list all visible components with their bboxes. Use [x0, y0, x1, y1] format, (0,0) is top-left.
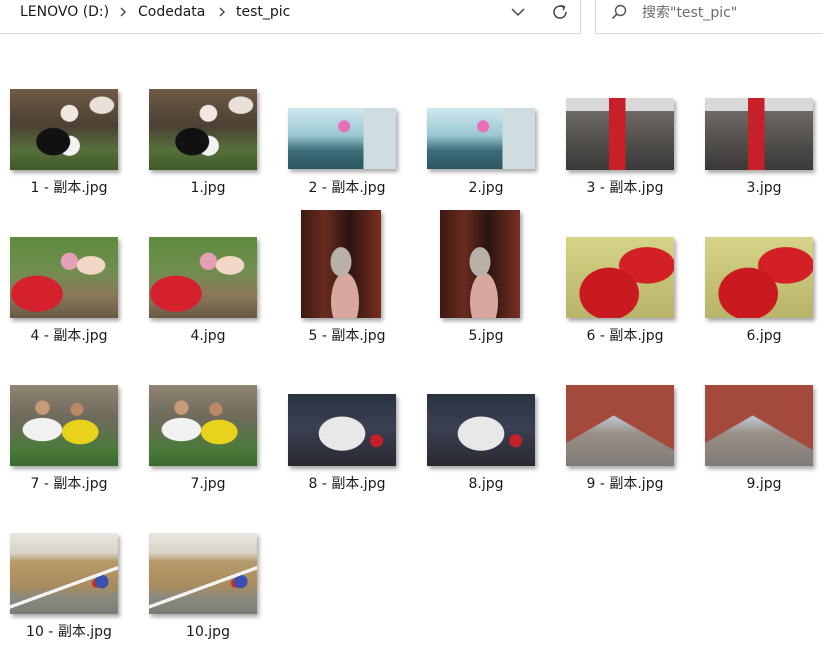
- file-item[interactable]: 1.jpg: [139, 36, 277, 196]
- file-thumbnail: [10, 533, 118, 614]
- file-item[interactable]: 8 - 副本.jpg: [278, 332, 416, 492]
- file-thumbnail: [566, 98, 674, 170]
- file-item[interactable]: 6 - 副本.jpg: [556, 184, 694, 344]
- chevron-right-icon[interactable]: [118, 7, 128, 17]
- file-thumbnail: [10, 385, 118, 466]
- breadcrumb-test-pic[interactable]: test_pic: [236, 3, 290, 21]
- file-name: 9.jpg: [746, 476, 782, 492]
- explorer-toolbar: LENOVO (D:) Codedata test_pic: [0, 0, 823, 36]
- file-thumbnail: [566, 385, 674, 466]
- file-thumbnail: [705, 237, 813, 318]
- file-item[interactable]: 7 - 副本.jpg: [0, 332, 138, 492]
- file-name: 10 - 副本.jpg: [26, 624, 112, 640]
- file-item[interactable]: 1 - 副本.jpg: [0, 36, 138, 196]
- file-item[interactable]: 7.jpg: [139, 332, 277, 492]
- chevron-right-icon[interactable]: [217, 7, 227, 17]
- file-name: 8 - 副本.jpg: [308, 476, 386, 492]
- file-thumbnail: [705, 385, 813, 466]
- address-bar[interactable]: LENOVO (D:) Codedata test_pic: [0, 0, 581, 34]
- file-item[interactable]: 10.jpg: [139, 480, 277, 640]
- file-item[interactable]: 4 - 副本.jpg: [0, 184, 138, 344]
- search-input[interactable]: [642, 2, 822, 24]
- file-thumbnail: [440, 210, 520, 318]
- file-grid: 1 - 副本.jpg 1.jpg 2 - 副本.jpg 2.jpg 3 - 副本…: [0, 36, 823, 655]
- file-thumbnail: [10, 89, 118, 170]
- file-item[interactable]: 5 - 副本.jpg: [278, 184, 416, 344]
- file-item[interactable]: 2.jpg: [417, 36, 555, 196]
- file-thumbnail: [288, 394, 396, 466]
- file-name: 9 - 副本.jpg: [586, 476, 664, 492]
- file-item[interactable]: 5.jpg: [417, 184, 555, 344]
- file-thumbnail: [427, 108, 535, 169]
- file-item[interactable]: 9 - 副本.jpg: [556, 332, 694, 492]
- breadcrumb-codedata[interactable]: Codedata: [138, 3, 205, 21]
- file-item[interactable]: 10 - 副本.jpg: [0, 480, 138, 640]
- search-box[interactable]: [595, 0, 823, 34]
- file-thumbnail: [10, 237, 118, 318]
- search-icon: [611, 4, 627, 20]
- breadcrumb-drive[interactable]: LENOVO (D:): [20, 3, 109, 21]
- file-item[interactable]: 6.jpg: [695, 184, 823, 344]
- file-thumbnail: [149, 89, 257, 170]
- file-item[interactable]: 8.jpg: [417, 332, 555, 492]
- file-thumbnail: [301, 210, 381, 318]
- file-thumbnail: [566, 237, 674, 318]
- file-name: 8.jpg: [468, 476, 504, 492]
- file-thumbnail: [149, 533, 257, 614]
- file-item[interactable]: 4.jpg: [139, 184, 277, 344]
- refresh-icon[interactable]: [550, 2, 570, 22]
- file-thumbnail: [149, 385, 257, 466]
- file-item[interactable]: 2 - 副本.jpg: [278, 36, 416, 196]
- file-name: 10.jpg: [186, 624, 230, 640]
- file-item[interactable]: 3 - 副本.jpg: [556, 36, 694, 196]
- file-thumbnail: [149, 237, 257, 318]
- file-item[interactable]: 3.jpg: [695, 36, 823, 196]
- file-item[interactable]: 9.jpg: [695, 332, 823, 492]
- file-thumbnail: [288, 108, 396, 169]
- chevron-down-icon[interactable]: [508, 2, 528, 22]
- file-thumbnail: [705, 98, 813, 170]
- file-thumbnail: [427, 394, 535, 466]
